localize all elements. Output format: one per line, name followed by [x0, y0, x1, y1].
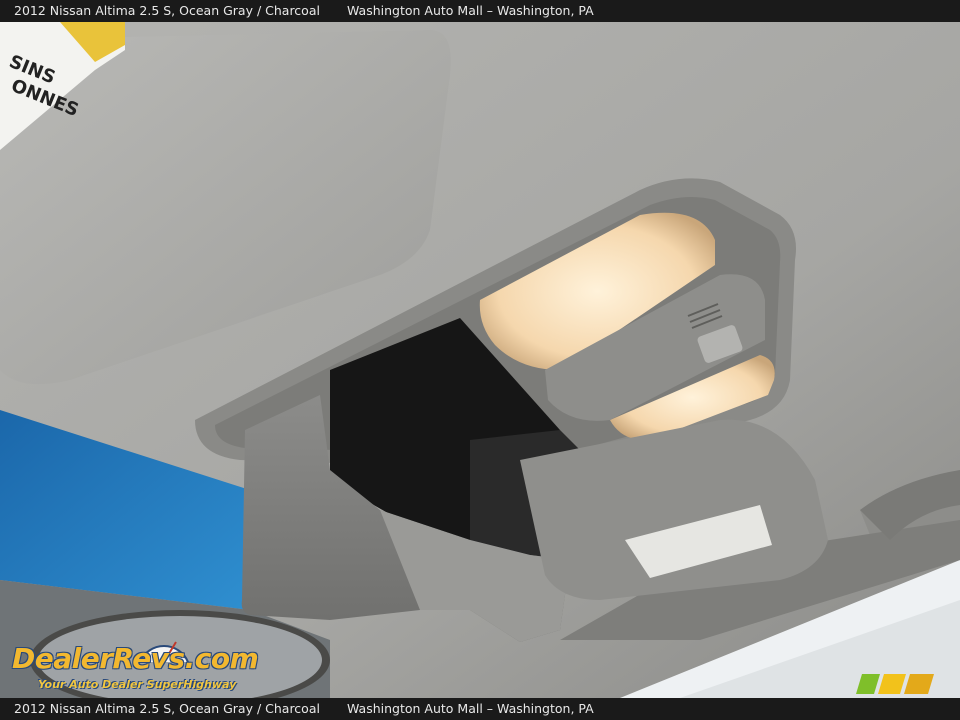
caption-vehicle: 2012 Nissan Altima 2.5 S, Ocean Gray / C… — [14, 3, 320, 18]
watermark-tagline: Your Auto Dealer SuperHighway — [38, 678, 237, 691]
caption-dealer: Washington Auto Mall – Washington, PA — [347, 701, 594, 716]
wam-logo — [856, 674, 934, 694]
caption-dealer: Washington Auto Mall – Washington, PA — [347, 3, 594, 18]
car-interior-photo: SINS ONNES — [0, 22, 960, 698]
top-caption-bar: 2012 Nissan Altima 2.5 S, Ocean Gray / C… — [0, 0, 960, 22]
dealerrevs-watermark: DealerRevs.com Your Auto Dealer SuperHig… — [12, 624, 272, 696]
caption-vehicle: 2012 Nissan Altima 2.5 S, Ocean Gray / C… — [14, 701, 320, 716]
bottom-caption-bar: 2012 Nissan Altima 2.5 S, Ocean Gray / C… — [0, 698, 960, 720]
watermark-brand: DealerRevs.com — [12, 642, 259, 675]
